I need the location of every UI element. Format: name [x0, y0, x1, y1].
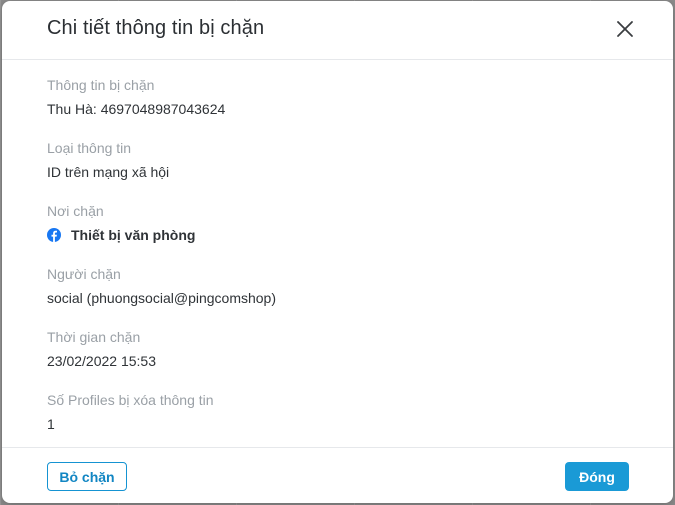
field-label: Người chặn — [47, 266, 121, 282]
field-blocked-info: Thông tin bị chặn Thu Hà: 46970489870436… — [47, 77, 225, 117]
dialog-body: Thông tin bị chặn Thu Hà: 46970489870436… — [2, 60, 673, 447]
field-value: social (phuongsocial@pingcomshop) — [47, 290, 277, 306]
close-icon[interactable] — [615, 19, 635, 39]
field-profiles-cleared: Số Profiles bị xóa thông tin 1 — [47, 392, 214, 432]
facebook-icon — [47, 228, 61, 242]
dialog-header: Chi tiết thông tin bị chặn — [2, 1, 673, 60]
dialog-title: Chi tiết thông tin bị chặn — [47, 17, 265, 39]
field-info-type: Loại thông tin ID trên mạng xã hội — [47, 140, 169, 180]
unblock-button[interactable]: Bỏ chặn — [47, 462, 127, 491]
field-value: Thu Hà: 4697048987043624 — [47, 101, 226, 117]
field-value: ID trên mạng xã hội — [47, 164, 170, 180]
field-label: Thời gian chặn — [47, 329, 141, 345]
dialog-footer: Bỏ chặn Đóng — [2, 447, 673, 503]
close-button[interactable]: Đóng — [565, 462, 629, 491]
field-label: Loại thông tin — [47, 140, 132, 156]
block-source-value: Thiết bị văn phòng — [71, 227, 196, 243]
field-block-time: Thời gian chặn 23/02/2022 15:53 — [47, 329, 156, 369]
block-source-row: Thiết bị văn phòng — [47, 227, 195, 243]
field-block-source: Nơi chặn Thiết bị văn phòng — [47, 203, 195, 243]
field-blocked-by: Người chặn social (phuongsocial@pingcoms… — [47, 266, 276, 306]
field-value: 1 — [47, 416, 55, 432]
field-label: Thông tin bị chặn — [47, 77, 155, 93]
field-value: 23/02/2022 15:53 — [47, 353, 156, 369]
field-label: Nơi chặn — [47, 203, 104, 219]
blocked-info-dialog: Chi tiết thông tin bị chặn Thông tin bị … — [2, 1, 673, 503]
field-label: Số Profiles bị xóa thông tin — [47, 392, 214, 408]
